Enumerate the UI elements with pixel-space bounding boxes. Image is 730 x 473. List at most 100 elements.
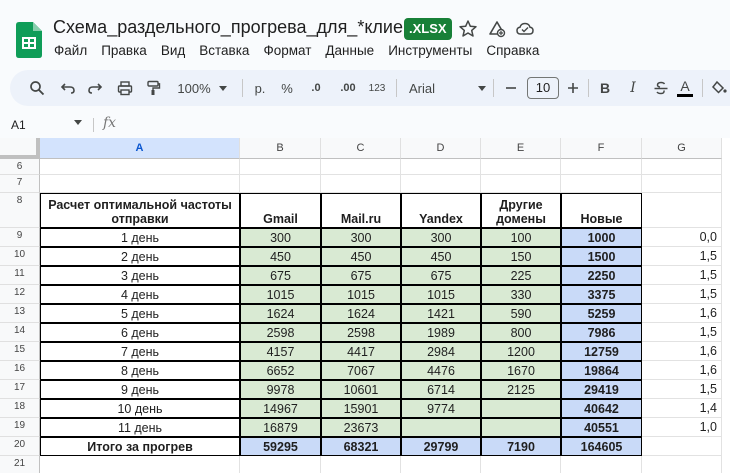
row-header-20[interactable]: 20 [0,437,40,456]
gmail-cell[interactable]: 1015 [240,285,321,304]
row-header-12[interactable]: 12 [0,285,40,304]
new-cell[interactable]: 1500 [561,247,642,266]
strikethrough-button[interactable] [650,70,672,106]
cell-empty[interactable] [321,456,401,473]
new-cell[interactable]: 19864 [561,361,642,380]
cell-empty[interactable] [40,175,240,193]
menu-tools[interactable]: Инструменты [381,43,479,61]
mailru-cell[interactable]: 1624 [321,304,401,323]
cell-empty[interactable] [561,159,642,175]
mailru-cell[interactable]: 2598 [321,323,401,342]
column-header-b[interactable]: B [240,138,321,159]
increase-font-size-button[interactable] [563,70,583,106]
other-domains-cell[interactable]: 1670 [481,361,561,380]
day-label-cell[interactable]: 5 день [40,304,240,323]
row-header-10[interactable]: 10 [0,247,40,266]
new-cell[interactable]: 40642 [561,399,642,418]
mailru-cell[interactable]: 4417 [321,342,401,361]
menu-edit[interactable]: Правка [94,43,154,61]
column-header-c[interactable]: C [321,138,401,159]
cell-empty[interactable] [40,159,240,175]
mailru-cell[interactable]: 7067 [321,361,401,380]
header-cell-mailru[interactable]: Mail.ru [321,193,401,228]
gmail-cell[interactable]: 1624 [240,304,321,323]
row-header-15[interactable]: 15 [0,342,40,361]
day-label-cell[interactable]: 3 день [40,266,240,285]
row-header-8[interactable]: 8 [0,193,40,228]
total-new-cell[interactable]: 164605 [561,437,642,456]
mailru-cell[interactable]: 675 [321,266,401,285]
growth-cell[interactable]: 0,0 [642,228,722,247]
other-domains-cell[interactable]: 590 [481,304,561,323]
gmail-cell[interactable]: 4157 [240,342,321,361]
total-yandex-cell[interactable]: 29799 [401,437,481,456]
cell-empty[interactable] [642,159,722,175]
cell-empty[interactable] [561,456,642,473]
gmail-cell[interactable]: 14967 [240,399,321,418]
cell-empty[interactable] [642,175,722,193]
menu-data[interactable]: Данные [318,43,381,61]
cell-empty[interactable] [561,175,642,193]
yandex-cell[interactable]: 1989 [401,323,481,342]
mailru-cell[interactable]: 1015 [321,285,401,304]
menu-insert[interactable]: Вставка [192,43,256,61]
other-domains-cell[interactable]: 150 [481,247,561,266]
other-domains-cell[interactable]: 100 [481,228,561,247]
name-box[interactable]: A1 [11,118,26,132]
growth-cell[interactable]: 1,4 [642,399,722,418]
sheets-logo-icon[interactable] [14,22,42,58]
yandex-cell[interactable]: 450 [401,247,481,266]
row-header-11[interactable]: 11 [0,266,40,285]
cell-empty[interactable] [642,437,722,456]
fill-color-button[interactable] [708,70,730,106]
total-gmail-cell[interactable]: 59295 [240,437,321,456]
total-label-cell[interactable]: Итого за прогрев [40,437,240,456]
zoom-select[interactable]: 100% [172,70,232,106]
cell-empty[interactable] [642,193,722,228]
yandex-cell[interactable]: 1421 [401,304,481,323]
new-cell[interactable]: 1000 [561,228,642,247]
header-cell-yandex[interactable]: Yandex [401,193,481,228]
yandex-cell[interactable]: 4476 [401,361,481,380]
mailru-cell[interactable]: 450 [321,247,401,266]
yandex-cell[interactable]: 675 [401,266,481,285]
gmail-cell[interactable]: 675 [240,266,321,285]
day-label-cell[interactable]: 11 день [40,418,240,437]
italic-button[interactable]: I [622,70,644,106]
gmail-cell[interactable]: 16879 [240,418,321,437]
document-title[interactable]: Схема_раздельного_прогрева_для_*клиент* [53,17,428,38]
yandex-cell[interactable]: 6714 [401,380,481,399]
column-header-d[interactable]: D [401,138,481,159]
header-cell-title[interactable]: Расчет оптимальной частоты отправки [40,193,240,228]
mailru-cell[interactable]: 10601 [321,380,401,399]
gmail-cell[interactable]: 450 [240,247,321,266]
cell-empty[interactable] [401,159,481,175]
yandex-cell[interactable]: 300 [401,228,481,247]
new-cell[interactable]: 3375 [561,285,642,304]
chevron-down-icon[interactable] [74,120,82,125]
growth-cell[interactable]: 1,5 [642,285,722,304]
column-header-a[interactable]: A [40,138,240,159]
star-icon[interactable] [458,19,478,39]
cell-empty[interactable] [240,456,321,473]
font-size-input[interactable]: 10 [527,77,559,99]
new-cell[interactable]: 7986 [561,323,642,342]
font-family-select[interactable]: Arial [405,70,490,106]
undo-button[interactable] [57,70,79,106]
increase-decimals-button[interactable]: .00 [335,70,361,106]
day-label-cell[interactable]: 6 день [40,323,240,342]
percent-format-button[interactable]: % [278,70,296,106]
decrease-font-size-button[interactable] [501,70,521,106]
number-format-button[interactable]: 123 [366,70,388,106]
text-color-button[interactable]: A [674,70,696,106]
menu-format[interactable]: Формат [256,43,318,61]
cell-empty[interactable] [401,175,481,193]
bold-button[interactable]: B [594,70,616,106]
cell-empty[interactable] [481,159,561,175]
paint-format-button[interactable] [142,70,164,106]
cell-empty[interactable] [481,456,561,473]
mailru-cell[interactable]: 300 [321,228,401,247]
day-label-cell[interactable]: 4 день [40,285,240,304]
menu-file[interactable]: Файл [47,43,94,61]
growth-cell[interactable]: 1,5 [642,247,722,266]
